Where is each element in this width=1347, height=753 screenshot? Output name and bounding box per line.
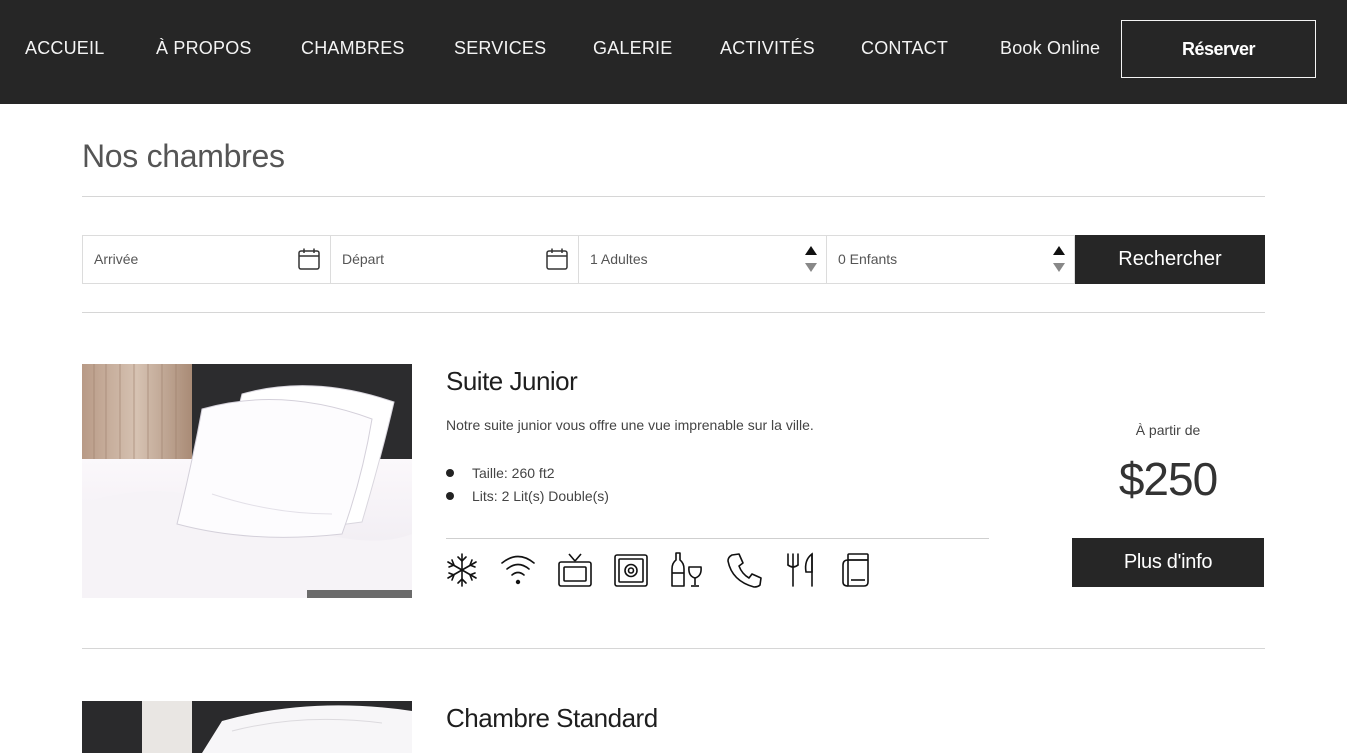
minibar-icon <box>671 552 702 587</box>
wifi-icon <box>501 555 535 585</box>
reserve-button[interactable]: Réserver <box>1121 20 1316 78</box>
towel-icon <box>842 553 869 587</box>
room-image-chambre-standard[interactable] <box>82 701 412 753</box>
restaurant-icon <box>787 552 813 587</box>
tv-icon <box>558 553 592 587</box>
departure-date-placeholder: Départ <box>342 251 385 267</box>
arrival-date-field[interactable]: Arrivée <box>82 235 331 284</box>
adults-stepper[interactable]: 1 Adultes <box>578 235 827 284</box>
nav-item-galerie[interactable]: GALERIE <box>593 38 672 59</box>
adults-value: 1 Adultes <box>590 251 648 267</box>
safe-icon <box>614 554 648 587</box>
children-stepper[interactable]: 0 Enfants <box>826 235 1075 284</box>
title-divider <box>82 196 1265 197</box>
phone-icon <box>727 553 762 588</box>
more-info-button[interactable]: Plus d'info <box>1072 538 1264 587</box>
nav-item-chambres[interactable]: CHAMBRES <box>301 38 405 59</box>
room-feature-beds: Lits: 2 Lit(s) Double(s) <box>446 487 609 510</box>
room-image-suite-junior[interactable] <box>82 364 412 598</box>
nav-item-activites[interactable]: ACTIVITÉS <box>720 38 815 59</box>
room-features: Taille: 260 ft2 Lits: 2 Lit(s) Double(s) <box>446 464 609 510</box>
search-divider <box>82 312 1265 313</box>
room-description: Notre suite junior vous offre une vue im… <box>446 417 814 433</box>
stepper-arrows-icon[interactable] <box>1052 243 1066 275</box>
departure-date-field[interactable]: Départ <box>330 235 579 284</box>
nav-item-book-online[interactable]: Book Online <box>1000 38 1100 59</box>
nav-item-a-propos[interactable]: À PROPOS <box>156 38 252 59</box>
stepper-arrows-icon[interactable] <box>804 243 818 275</box>
nav-item-accueil[interactable]: ACCUEIL <box>25 38 104 59</box>
room-price: $250 <box>1118 453 1218 505</box>
snowflake-icon <box>447 553 477 587</box>
nav-item-contact[interactable]: CONTACT <box>861 38 948 59</box>
amenities-divider <box>446 538 989 539</box>
arrival-date-placeholder: Arrivée <box>94 251 139 267</box>
children-value: 0 Enfants <box>838 251 898 267</box>
page-title: Nos chambres <box>82 138 285 174</box>
calendar-icon[interactable] <box>545 247 569 271</box>
room-name[interactable]: Chambre Standard <box>446 703 658 734</box>
price-from-label: À partir de <box>1135 422 1201 438</box>
room-name[interactable]: Suite Junior <box>446 366 578 397</box>
room-feature-size: Taille: 260 ft2 <box>446 464 609 487</box>
calendar-icon[interactable] <box>297 247 321 271</box>
search-button[interactable]: Rechercher <box>1075 235 1265 284</box>
nav-item-services[interactable]: SERVICES <box>454 38 546 59</box>
top-nav: ACCUEIL À PROPOS CHAMBRES SERVICES GALER… <box>0 0 1347 104</box>
room-divider <box>82 648 1265 649</box>
